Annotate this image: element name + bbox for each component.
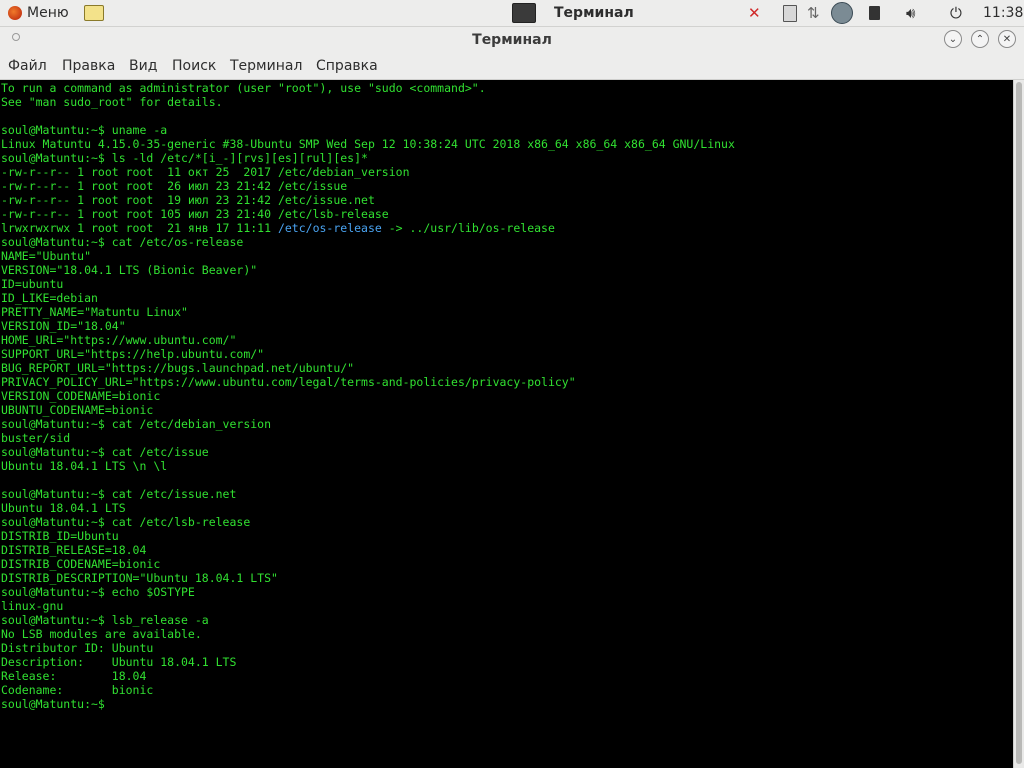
terminal-line: Release: 18.04 [1,669,147,683]
network-activity-icon[interactable]: ⇅ [807,0,820,26]
clipboard-icon[interactable] [783,0,797,26]
terminal-line: SUPPORT_URL="https://help.ubuntu.com/" [1,347,265,361]
terminal-line: NAME="Ubuntu" [1,249,92,263]
terminal-line: UBUNTU_CODENAME=bionic [1,403,154,417]
terminal-line: PRETTY_NAME="Matuntu Linux" [1,305,188,319]
symlink-name: /etc/os-release [277,221,382,235]
terminal-line: No LSB modules are available. [1,627,202,641]
terminal-line: soul@Matuntu:~$ ls -ld /etc/*[i_-][rvs][… [1,151,368,165]
terminal-line: soul@Matuntu:~$ echo $OSTYPE [1,585,195,599]
menu-edit[interactable]: Правка [62,54,115,79]
taskbar-item-terminal[interactable]: Терминал [512,0,634,26]
terminal-line: To run a command as administrator (user … [1,81,486,95]
minimize-button[interactable]: ⌄ [944,30,962,48]
scrollbar-thumb[interactable] [1016,82,1022,764]
distro-logo-icon [8,6,22,20]
terminal-line: -rw-r--r-- 1 root root 26 июл 23 21:42 /… [1,179,348,193]
menu-file[interactable]: Файл [8,54,47,79]
terminal-line: -rw-r--r-- 1 root root 105 июл 23 21:40 … [1,207,389,221]
terminal-line: DISTRIB_RELEASE=18.04 [1,543,147,557]
terminal-app-icon [512,3,536,23]
close-icon: ✕ [1002,33,1012,45]
terminal-line: DISTRIB_CODENAME=bionic [1,557,161,571]
terminal-line: soul@Matuntu:~$ cat /etc/debian_version [1,417,272,431]
terminal-line: BUG_REPORT_URL="https://bugs.launchpad.n… [1,361,355,375]
terminal-line: buster/sid [1,431,71,445]
menu-search[interactable]: Поиск [172,54,216,79]
terminal-line: -rw-r--r-- 1 root root 11 окт 25 2017 /e… [1,165,410,179]
terminal-line: soul@Matuntu:~$ cat /etc/issue.net [1,487,237,501]
terminal-line: VERSION_ID="18.04" [1,319,126,333]
update-manager-icon[interactable] [831,0,853,26]
menu-view[interactable]: Вид [129,54,157,79]
terminal-line: soul@Matuntu:~$ [1,697,112,711]
terminal-line: Ubuntu 18.04.1 LTS \n \l [1,459,168,473]
terminal-line: soul@Matuntu:~$ cat /etc/issue [1,445,209,459]
app-menu-label: Меню [27,5,69,21]
terminal-text: To run a command as administrator (user … [0,80,1013,711]
terminal-line: soul@Matuntu:~$ cat /etc/os-release [1,235,244,249]
terminal-line: VERSION_CODENAME=bionic [1,389,161,403]
terminal-line: HOME_URL="https://www.ubuntu.com/" [1,333,237,347]
menu-help[interactable]: Справка [316,54,378,79]
terminal-line: ID=ubuntu [1,277,64,291]
terminal-line: Codename: bionic [1,683,154,697]
app-menu-button[interactable]: Меню [8,0,69,26]
notes-launcher-icon[interactable] [84,0,104,26]
close-window-button[interactable]: ✕ [998,30,1016,48]
terminal-line: DISTRIB_ID=Ubuntu [1,529,119,543]
terminal-line: DISTRIB_DESCRIPTION="Ubuntu 18.04.1 LTS" [1,571,278,585]
terminal-line: lrwxrwxrwx 1 root root 21 янв 17 11:11 /… [1,221,555,235]
scrollbar[interactable] [1013,80,1024,768]
terminal-line: See "man sudo_root" for details. [1,95,223,109]
terminal-line: VERSION="18.04.1 LTS (Bionic Beaver)" [1,263,258,277]
terminal-line: Description: Ubuntu 18.04.1 LTS [1,655,237,669]
chevron-up-icon: ⌃ [975,33,985,45]
terminal-line: Distributor ID: Ubuntu [1,641,154,655]
menu-bar: Файл Правка Вид Поиск Терминал Справка [0,54,1024,80]
system-panel: Меню Терминал ✕ ⇅ 🔊︎ ⏻ 11:38 [0,0,1024,27]
window-title: Терминал [472,32,552,48]
maximize-button[interactable]: ⌃ [971,30,989,48]
terminal-line: linux-gnu [1,599,64,613]
terminal-output[interactable]: To run a command as administrator (user … [0,80,1013,768]
close-app-icon[interactable]: ✕ [748,0,761,26]
terminal-line: soul@Matuntu:~$ lsb_release -a [1,613,209,627]
clock[interactable]: 11:38 [983,0,1023,26]
menu-terminal[interactable]: Терминал [230,54,302,79]
volume-icon[interactable]: 🔊︎ [906,0,915,26]
terminal-line: Linux Matuntu 4.15.0-35-generic #38-Ubun… [1,137,735,151]
symlink-target: -> ../usr/lib/os-release [381,221,555,235]
chevron-down-icon: ⌄ [948,33,958,45]
terminal-line: ID_LIKE=debian [1,291,98,305]
terminal-line: -rw-r--r-- 1 root root 19 июл 23 21:42 /… [1,193,375,207]
power-icon[interactable]: ⏻ [950,0,962,26]
taskbar-item-label: Терминал [554,5,634,21]
clipboard-check-icon[interactable] [869,0,880,26]
terminal-line: PRIVACY_POLICY_URL="https://www.ubuntu.c… [1,375,576,389]
window-titlebar[interactable]: Терминал ⌄ ⌃ ✕ [0,27,1024,54]
terminal-line: Ubuntu 18.04.1 LTS [1,501,126,515]
terminal-line: soul@Matuntu:~$ cat /etc/lsb-release [1,515,251,529]
terminal-line: soul@Matuntu:~$ uname -a [1,123,168,137]
